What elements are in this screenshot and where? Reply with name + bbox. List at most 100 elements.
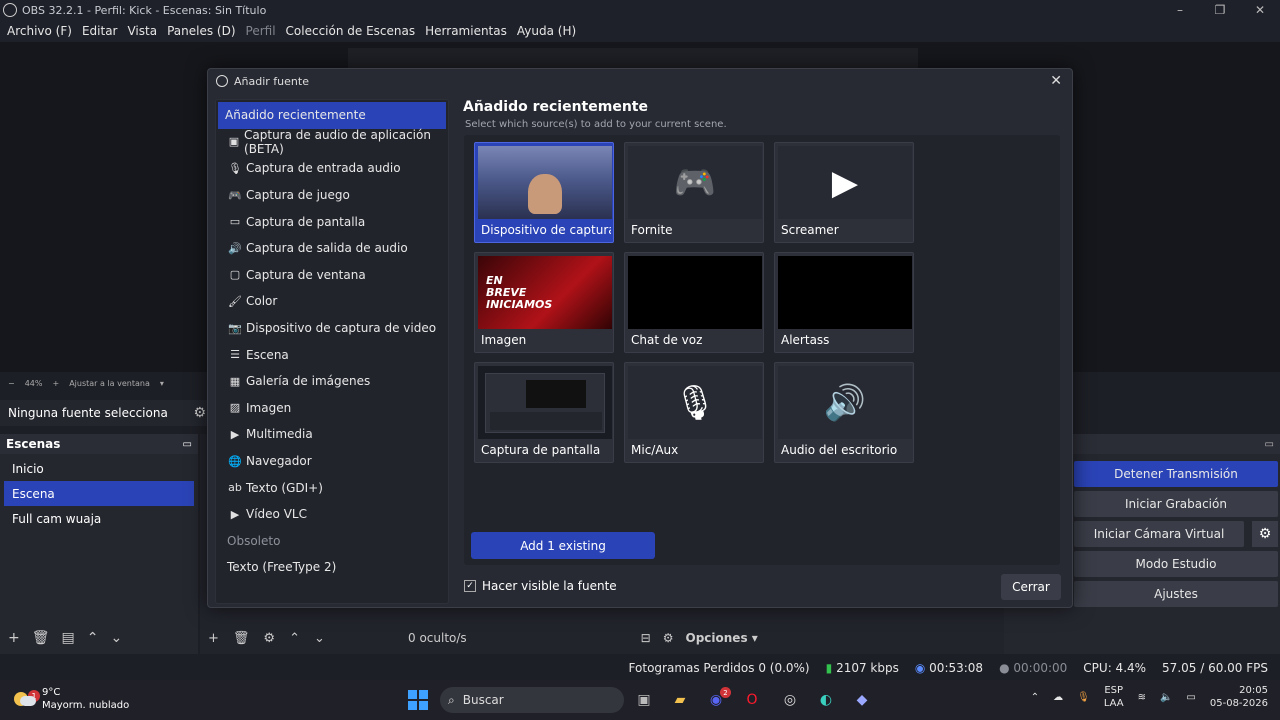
title-bar: OBS 32.2.1 - Perfil: Kick - Escenas: Sin… bbox=[0, 0, 1280, 20]
source-type-video-device[interactable]: 📷 Dispositivo de captura de video bbox=[218, 315, 446, 342]
undock-icon[interactable]: ▭ bbox=[183, 439, 192, 450]
recent-sources-grid: Dispositivo de captura de 🎮 Fornite ▶ Sc… bbox=[464, 135, 1060, 565]
windows-start-icon[interactable] bbox=[408, 690, 428, 710]
move-up-button[interactable]: ⌃ bbox=[289, 631, 300, 646]
source-tile[interactable]: ▶ Screamer bbox=[774, 142, 914, 243]
language-indicator[interactable]: ESP LAA bbox=[1104, 684, 1124, 710]
trash-icon[interactable]: 🗑 bbox=[32, 630, 50, 646]
menu-vista[interactable]: Vista bbox=[122, 24, 162, 38]
source-type-audio-output[interactable]: 🔊 Captura de salida de audio bbox=[218, 235, 446, 262]
trash-icon[interactable]: 🗑 bbox=[233, 631, 250, 646]
onedrive-icon[interactable]: ☁ bbox=[1053, 692, 1063, 703]
close-button[interactable]: Cerrar bbox=[1001, 574, 1061, 600]
source-type-browser[interactable]: 🌐 Navegador bbox=[218, 448, 446, 475]
source-tile[interactable]: 🎮 Fornite bbox=[624, 142, 764, 243]
source-type-scene[interactable]: ☰ Escena bbox=[218, 341, 446, 368]
chevron-up-icon[interactable]: ⌃ bbox=[1031, 692, 1039, 703]
source-type-game[interactable]: 🎮 Captura de juego bbox=[218, 182, 446, 209]
fit-to-window-label[interactable]: Ajustar a la ventana bbox=[69, 379, 150, 388]
menu-editar[interactable]: Editar bbox=[77, 24, 123, 38]
move-up-button[interactable]: ⌃ bbox=[87, 630, 99, 646]
visible-checkbox[interactable]: ✓ bbox=[464, 580, 476, 592]
source-tile[interactable]: Dispositivo de captura de bbox=[474, 142, 614, 243]
scenes-toolbar: + 🗑 ▤ ⌃ ⌄ bbox=[0, 626, 198, 650]
clock[interactable]: 20:05 05-08-2026 bbox=[1210, 684, 1268, 710]
battery-icon[interactable]: ▭ bbox=[1186, 692, 1195, 703]
menu-herramientas[interactable]: Herramientas bbox=[420, 24, 512, 38]
settings-button[interactable]: Ajustes bbox=[1074, 581, 1278, 607]
source-type-display[interactable]: ▭ Captura de pantalla bbox=[218, 208, 446, 235]
weather-widget[interactable]: 1 9°C Mayorm. nublado bbox=[14, 686, 129, 712]
mixer-settings-icon[interactable]: ⚙ bbox=[663, 631, 674, 645]
source-type-audio-input[interactable]: 🎙 Captura de entrada audio bbox=[218, 155, 446, 182]
add-existing-button[interactable]: Add 1 existing bbox=[471, 532, 655, 559]
list-icon: ☰ bbox=[230, 348, 240, 362]
add-source-button[interactable]: + bbox=[208, 631, 219, 646]
source-type-vlc[interactable]: ▶ Vídeo VLC bbox=[218, 501, 446, 528]
virtual-camera-button[interactable]: Iniciar Cámara Virtual bbox=[1074, 521, 1244, 547]
source-type-text-gdi[interactable]: ab Texto (GDI+) bbox=[218, 474, 446, 501]
fps-readout: 57.05 / 60.00 FPS bbox=[1162, 661, 1268, 675]
source-tile[interactable]: 🎙 Mic/Aux bbox=[624, 362, 764, 463]
edge-icon[interactable]: ◐ bbox=[816, 690, 836, 710]
category-deprecated: Obsoleto bbox=[227, 533, 281, 548]
menu-ayuda[interactable]: Ayuda (H) bbox=[512, 24, 581, 38]
scene-item[interactable]: Inicio bbox=[4, 456, 194, 481]
source-tile[interactable]: 🔊 Audio del escritorio bbox=[774, 362, 914, 463]
source-type-slideshow[interactable]: ▦ Galería de imágenes bbox=[218, 368, 446, 395]
source-type-image[interactable]: ▨ Imagen bbox=[218, 395, 446, 422]
maximize-button[interactable]: ❐ bbox=[1200, 3, 1240, 17]
chevron-down-icon[interactable]: ▾ bbox=[160, 379, 164, 388]
hidden-count: 0 oculto/s bbox=[408, 631, 467, 645]
menu-paneles[interactable]: Paneles (D) bbox=[162, 24, 240, 38]
scene-item[interactable]: Escena bbox=[4, 481, 194, 506]
source-tile[interactable]: Alertass bbox=[774, 252, 914, 353]
options-button[interactable]: Opciones ▾ bbox=[686, 631, 758, 645]
task-view-icon[interactable]: ▣ bbox=[634, 690, 654, 710]
source-type-window[interactable]: ▢ Captura de ventana bbox=[218, 262, 446, 289]
gear-icon[interactable]: ⚙ bbox=[263, 631, 275, 646]
taskbar-search[interactable]: ⌕ Buscar bbox=[440, 687, 624, 713]
source-type-app-audio[interactable]: ▣ Captura de audio de aplicación (BETA) bbox=[218, 128, 446, 156]
visible-checkbox-label: Hacer visible la fuente bbox=[482, 579, 617, 593]
gear-icon[interactable]: ⚙ bbox=[193, 405, 206, 421]
undock-icon[interactable]: ▭ bbox=[1265, 439, 1274, 450]
stop-stream-button[interactable]: Detener Transmisión bbox=[1074, 461, 1278, 487]
source-type-color[interactable]: 🖌 Color bbox=[218, 288, 446, 315]
volume-icon[interactable]: 🔈 bbox=[1160, 692, 1172, 703]
menu-archivo[interactable]: Archivo (F) bbox=[2, 24, 77, 38]
zoom-out-button[interactable]: − bbox=[8, 379, 15, 388]
studio-mode-button[interactable]: Modo Estudio bbox=[1074, 551, 1278, 577]
wifi-icon[interactable]: ≋ bbox=[1138, 692, 1146, 703]
close-icon[interactable]: ✕ bbox=[1050, 73, 1062, 89]
zoom-in-button[interactable]: + bbox=[52, 379, 59, 388]
microphone-icon: 🎙 bbox=[628, 366, 762, 439]
filter-icon[interactable]: ▤ bbox=[62, 630, 75, 646]
source-tile[interactable]: Captura de pantalla bbox=[474, 362, 614, 463]
source-tile[interactable]: EN BREVE INICIAMOS Imagen bbox=[474, 252, 614, 353]
source-type-media[interactable]: ▶ Multimedia bbox=[218, 421, 446, 448]
source-tile[interactable]: Chat de voz bbox=[624, 252, 764, 353]
app-icon[interactable]: ◆ bbox=[852, 690, 872, 710]
make-visible-row[interactable]: ✓ Hacer visible la fuente bbox=[464, 579, 617, 593]
tile-label: Dispositivo de captura de bbox=[481, 223, 611, 237]
gear-icon[interactable]: ⚙ bbox=[1252, 521, 1278, 547]
source-type-recent[interactable]: Añadido recientemente bbox=[218, 102, 446, 129]
menu-perfil[interactable]: Perfil bbox=[241, 24, 281, 38]
microphone-icon[interactable]: 🎙 bbox=[1077, 692, 1090, 703]
start-recording-button[interactable]: Iniciar Grabación bbox=[1074, 491, 1278, 517]
file-explorer-icon[interactable]: ▰ bbox=[670, 690, 690, 710]
layout-icon[interactable]: ⊟ bbox=[641, 631, 651, 645]
add-scene-button[interactable]: + bbox=[8, 630, 20, 646]
scene-item[interactable]: Full cam wuaja bbox=[4, 506, 194, 531]
minimize-button[interactable]: – bbox=[1160, 3, 1200, 17]
obs-taskbar-icon[interactable]: ◎ bbox=[780, 690, 800, 710]
gamepad-icon: 🎮 bbox=[628, 146, 762, 219]
close-window-button[interactable]: ✕ bbox=[1240, 3, 1280, 17]
move-down-button[interactable]: ⌄ bbox=[314, 631, 325, 646]
move-down-button[interactable]: ⌄ bbox=[110, 630, 122, 646]
menu-coleccion-escenas[interactable]: Colección de Escenas bbox=[281, 24, 421, 38]
opera-icon[interactable]: O bbox=[742, 690, 762, 710]
black-thumbnail bbox=[778, 256, 912, 329]
source-type-text-freetype[interactable]: Texto (FreeType 2) bbox=[218, 554, 446, 581]
